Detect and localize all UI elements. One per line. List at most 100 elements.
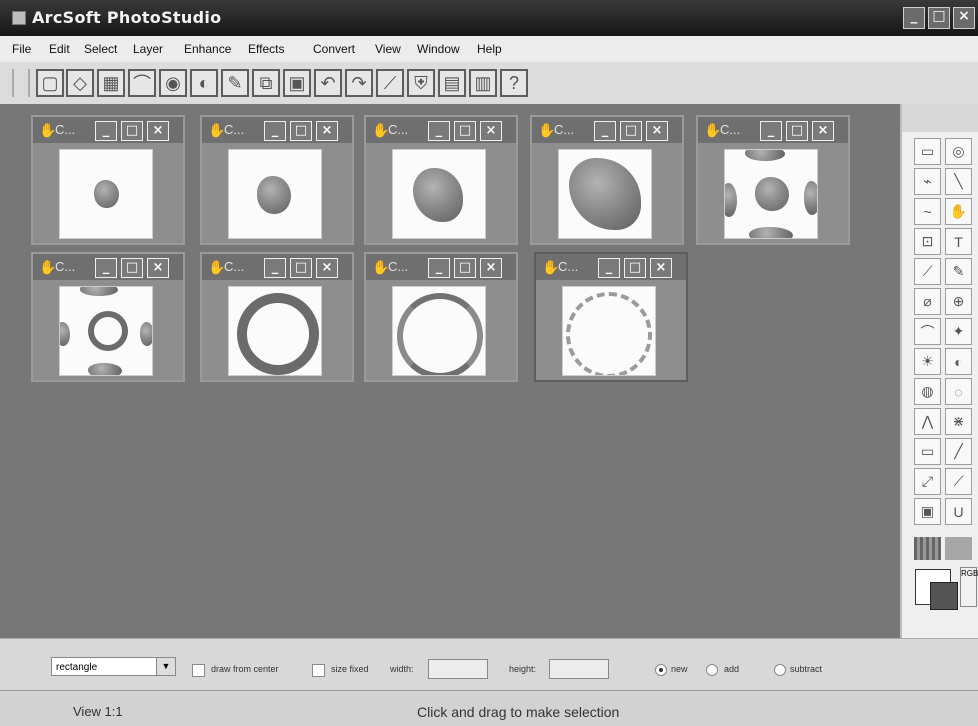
move-icon[interactable]: ◎ — [945, 138, 972, 165]
sponge-icon[interactable]: ◍ — [914, 378, 941, 405]
wand-icon[interactable]: ⟋ — [376, 69, 404, 97]
line2-icon[interactable]: ╱ — [945, 438, 972, 465]
document-window-9[interactable]: ✋ C... _ □ × — [534, 252, 688, 382]
document-window-7[interactable]: ✋ C... _ □ × — [200, 252, 354, 382]
doc-maximize-button[interactable]: □ — [121, 258, 143, 278]
doc-title-bar[interactable]: ✋ C... _ □ × — [366, 117, 516, 143]
doc-minimize-button[interactable]: _ — [598, 258, 620, 278]
image-canvas[interactable] — [392, 286, 486, 376]
doc-title-bar[interactable]: ✋ C... _ □ × — [33, 117, 183, 143]
image-canvas[interactable] — [558, 149, 652, 239]
print-icon[interactable]: ⌒ — [128, 69, 156, 97]
copy-icon[interactable]: ⧉ — [252, 69, 280, 97]
image-canvas[interactable] — [59, 149, 153, 239]
doc-minimize-button[interactable]: _ — [264, 121, 286, 141]
add-radio[interactable] — [706, 664, 718, 676]
image-canvas[interactable] — [59, 286, 153, 376]
doc-close-button[interactable]: × — [650, 258, 672, 278]
trash-icon[interactable]: U — [945, 498, 972, 525]
doc-minimize-button[interactable]: _ — [264, 258, 286, 278]
doc-minimize-button[interactable]: _ — [594, 121, 616, 141]
size-fixed-checkbox[interactable] — [312, 664, 325, 677]
doc-maximize-button[interactable]: □ — [620, 121, 642, 141]
doc-maximize-button[interactable]: □ — [290, 121, 312, 141]
doc-maximize-button[interactable]: □ — [454, 258, 476, 278]
height-input[interactable] — [549, 659, 609, 679]
hand-icon[interactable]: ✋ — [945, 198, 972, 225]
draw-from-center-checkbox[interactable] — [192, 664, 205, 677]
scanner-icon[interactable]: ◉ — [159, 69, 187, 97]
undo-icon[interactable]: ↶ — [314, 69, 342, 97]
doc-close-button[interactable]: × — [147, 258, 169, 278]
magic-brush-icon[interactable]: ✦ — [945, 318, 972, 345]
menu-edit[interactable]: Edit — [49, 42, 70, 56]
stamp-icon[interactable]: ⊕ — [945, 288, 972, 315]
doc-title-bar[interactable]: ✋ C... _ □ × — [202, 254, 352, 280]
close-button[interactable]: × — [953, 7, 975, 29]
smudge-icon[interactable]: ⌒ — [914, 318, 941, 345]
doc-close-button[interactable]: × — [480, 121, 502, 141]
pattern-icon[interactable]: ⋇ — [945, 408, 972, 435]
shirt-icon[interactable]: ⛨ — [407, 69, 435, 97]
rgb-mode-button[interactable]: RGB — [960, 567, 978, 607]
doc-close-button[interactable]: × — [316, 121, 338, 141]
new-icon[interactable]: ▢ — [36, 69, 64, 97]
document-window-1[interactable]: ✋ C... _ □ × — [31, 115, 185, 245]
paintbrush-icon[interactable]: ⟋ — [914, 258, 941, 285]
document-window-3[interactable]: ✋ C... _ □ × — [364, 115, 518, 245]
chevron-down-icon[interactable]: ▼ — [156, 658, 175, 675]
color-icon[interactable]: ▤ — [438, 69, 466, 97]
line-icon[interactable]: ╲ — [945, 168, 972, 195]
crop-icon[interactable]: ⊡ — [914, 228, 941, 255]
image-canvas[interactable] — [562, 286, 656, 376]
doc-maximize-button[interactable]: □ — [290, 258, 312, 278]
doc-close-button[interactable]: × — [812, 121, 834, 141]
doc-maximize-button[interactable]: □ — [624, 258, 646, 278]
width-input[interactable] — [428, 659, 488, 679]
doc-close-button[interactable]: × — [316, 258, 338, 278]
toolbar-grip[interactable] — [12, 69, 30, 97]
film-icon[interactable]: ▥ — [469, 69, 497, 97]
menu-view[interactable]: View — [375, 42, 401, 56]
sun-icon[interactable]: ☀ — [914, 348, 941, 375]
background-color[interactable] — [930, 582, 958, 610]
camera-icon[interactable]: ◐ — [190, 69, 218, 97]
paste-icon[interactable]: ▣ — [283, 69, 311, 97]
new-radio[interactable] — [655, 664, 667, 676]
blur-icon[interactable]: ◌ — [945, 378, 972, 405]
open-icon[interactable]: ◇ — [66, 69, 94, 97]
subtract-radio[interactable] — [774, 664, 786, 676]
document-window-4[interactable]: ✋ C... _ □ × — [530, 115, 684, 245]
image-canvas[interactable] — [392, 149, 486, 239]
menu-select[interactable]: Select — [84, 42, 117, 56]
doc-title-bar[interactable]: ✋ C... _ □ × — [33, 254, 183, 280]
workspace[interactable]: ✋ C... _ □ × ✋ C... _ □ × ✋ C... _ □ × ✋… — [0, 104, 900, 638]
doc-title-bar[interactable]: ✋ C... _ □ × — [536, 254, 686, 280]
help-icon[interactable]: ? — [500, 69, 528, 97]
doc-maximize-button[interactable]: □ — [121, 121, 143, 141]
burn-icon[interactable]: ◐ — [945, 348, 972, 375]
menu-enhance[interactable]: Enhance — [184, 42, 231, 56]
doc-title-bar[interactable]: ✋ C... _ □ × — [698, 117, 848, 143]
text-icon[interactable]: T — [945, 228, 972, 255]
gray-swatch[interactable] — [945, 537, 972, 560]
doc-title-bar[interactable]: ✋ C... _ □ × — [366, 254, 516, 280]
sharpen-icon[interactable]: ⋀ — [914, 408, 941, 435]
doc-close-button[interactable]: × — [646, 121, 668, 141]
doc-close-button[interactable]: × — [480, 258, 502, 278]
freehand-icon[interactable]: ~ — [914, 198, 941, 225]
menu-convert[interactable]: Convert — [313, 42, 355, 56]
tool-panel-title[interactable] — [902, 104, 978, 132]
shape-select[interactable]: rectangle ▼ — [51, 657, 176, 676]
minimize-button[interactable]: _ — [903, 7, 925, 29]
select-rect-icon[interactable]: ▭ — [914, 138, 941, 165]
document-window-2[interactable]: ✋ C... _ □ × — [200, 115, 354, 245]
menu-layer[interactable]: Layer — [133, 42, 163, 56]
menu-window[interactable]: Window — [417, 42, 460, 56]
document-window-6[interactable]: ✋ C... _ □ × — [31, 252, 185, 382]
brush-icon[interactable]: ✎ — [221, 69, 249, 97]
image-canvas[interactable] — [228, 149, 322, 239]
save-icon[interactable]: ▦ — [97, 69, 125, 97]
pencil-icon[interactable]: ✎ — [945, 258, 972, 285]
rectangle-icon[interactable]: ▭ — [914, 438, 941, 465]
